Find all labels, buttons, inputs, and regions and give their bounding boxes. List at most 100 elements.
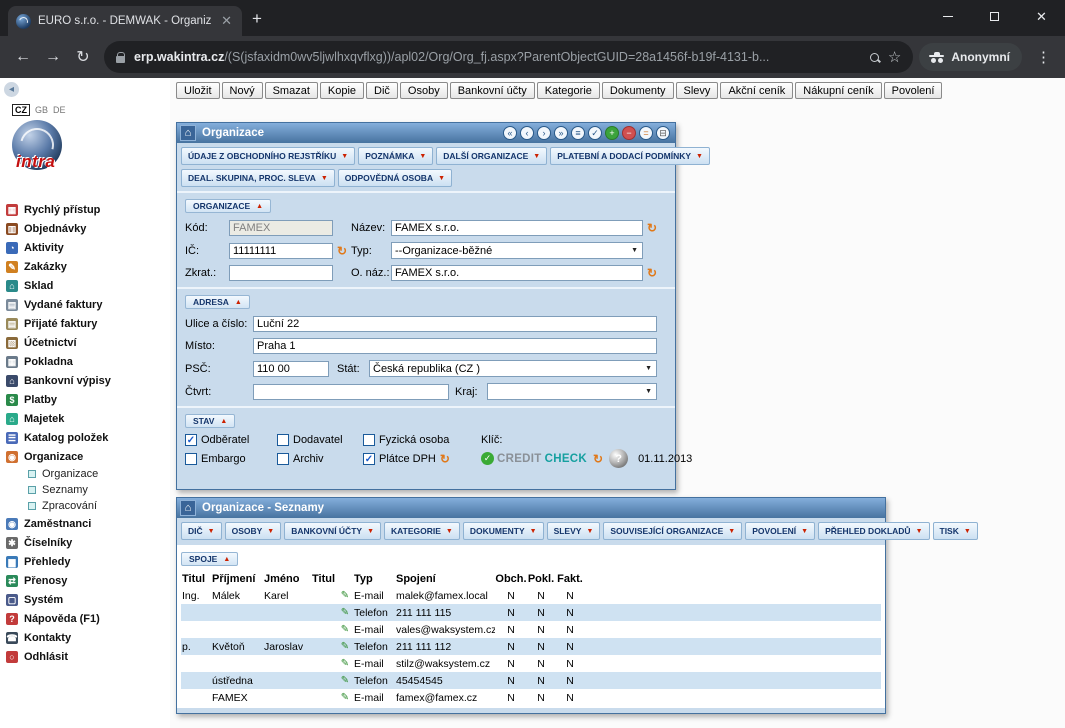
app-logo[interactable]: intra — [12, 120, 76, 182]
onaz-refresh-icon[interactable]: ↻ — [647, 266, 657, 280]
sidebar-item-zakazky[interactable]: ✎Zakázky — [4, 257, 170, 276]
toolbar-button-kopie[interactable]: Kopie — [320, 82, 364, 99]
window-maximize-button[interactable] — [971, 0, 1018, 33]
sidebar-item-prehledy[interactable]: ▆Přehledy — [4, 552, 170, 571]
sidebar-item-napoveda[interactable]: ?Nápověda (F1) — [4, 609, 170, 628]
checkbox-box[interactable] — [185, 453, 197, 465]
confirm-button[interactable]: ✓ — [588, 126, 602, 140]
onaz-input[interactable] — [391, 265, 643, 281]
collapse-sidebar-button[interactable]: ◂ — [4, 82, 19, 97]
section-organizace-bar[interactable]: ORGANIZACE ▲ — [185, 199, 271, 213]
tab-close-icon[interactable]: ✕ — [219, 13, 234, 29]
section-adresa-bar[interactable]: ADRESA ▲ — [185, 295, 250, 309]
table-row[interactable]: FAMEX✎E-mailfamex@famex.czNNN — [181, 689, 881, 706]
dph-refresh-icon[interactable]: ↻ — [440, 452, 450, 466]
creditcheck-refresh-icon[interactable]: ↻ — [593, 452, 603, 466]
toolbar-button-osoby[interactable]: Osoby — [400, 82, 448, 99]
toolbar-button-kategorie[interactable]: Kategorie — [537, 82, 600, 99]
home-icon[interactable]: ⌂ — [180, 125, 196, 141]
sez-menu-kategorie[interactable]: KATEGORIE▼ — [384, 522, 460, 540]
sidebar-item-katalog-polozek[interactable]: ☰Katalog položek — [4, 428, 170, 447]
org-menu-pozn-mka[interactable]: POZNÁMKA▼ — [358, 147, 433, 165]
table-row[interactable]: ✎E-mailvales@waksystem.czNNN — [181, 621, 881, 638]
toolbar-button-smazat[interactable]: Smazat — [265, 82, 318, 99]
last-record-button[interactable]: » — [554, 126, 568, 140]
nazev-input[interactable] — [391, 220, 643, 236]
edit-link-icon[interactable]: ✎ — [337, 692, 353, 703]
edit-link-icon[interactable]: ✎ — [337, 675, 353, 686]
org-menu-odpov-dn-osoba[interactable]: ODPOVĚDNÁ OSOBA▼ — [338, 169, 452, 187]
prev-record-button[interactable]: ‹ — [520, 126, 534, 140]
edit-link-icon[interactable]: ✎ — [337, 641, 353, 652]
sidebar-item-platby[interactable]: $Platby — [4, 390, 170, 409]
table-row[interactable]: ✎E-mailstilz@waksystem.czNNN — [181, 655, 881, 672]
table-row[interactable]: ústředna✎Telefon45454545NNN — [181, 672, 881, 689]
browser-menu-icon[interactable]: ⋮ — [1030, 48, 1057, 66]
sidebar-item-zamestnanci[interactable]: ◉Zaměstnanci — [4, 514, 170, 533]
sez-menu-souvisej-c-organizace[interactable]: SOUVISEJÍCÍ ORGANIZACE▼ — [603, 522, 742, 540]
sidebar-item-sklad[interactable]: ⌂Sklad — [4, 276, 170, 295]
zoom-icon[interactable] — [870, 53, 879, 62]
sidebar-item-prenosy[interactable]: ⇄Přenosy — [4, 571, 170, 590]
ulice-input[interactable] — [253, 316, 657, 332]
sidebar-item-aktivity[interactable]: ◔Aktivity — [4, 238, 170, 257]
help-sphere-icon[interactable]: ? — [609, 449, 628, 468]
print-button[interactable]: ⊟ — [656, 126, 670, 140]
psc-input[interactable] — [253, 361, 329, 377]
reload-button[interactable]: ↻ — [68, 42, 98, 72]
back-button[interactable]: ← — [8, 42, 38, 72]
checkbox-dodavatel[interactable]: Dodavatel — [277, 434, 357, 446]
toolbar-button-ulo-it[interactable]: Uložit — [176, 82, 220, 99]
new-tab-button[interactable]: + — [252, 9, 262, 29]
sez-menu-di[interactable]: DIČ▼ — [181, 522, 222, 540]
org-menu-dal-organizace[interactable]: DALŠÍ ORGANIZACE▼ — [436, 147, 547, 165]
checkbox-odb-ratel[interactable]: ✓Odběratel — [185, 434, 271, 446]
kraj-select[interactable]: ▼ — [487, 383, 657, 400]
ic-input[interactable] — [229, 243, 333, 259]
sidebar-item-majetek[interactable]: ⌂Majetek — [4, 409, 170, 428]
toolbar-button-povolen[interactable]: Povolení — [884, 82, 943, 99]
table-row[interactable]: Ing.MálekKarel✎E-mailmalek@famex.localNN… — [181, 587, 881, 604]
toolbar-button-bankovn-ty[interactable]: Bankovní účty — [450, 82, 535, 99]
sez-menu-povolen[interactable]: POVOLENÍ▼ — [745, 522, 815, 540]
toolbar-button-slevy[interactable]: Slevy — [676, 82, 719, 99]
sidebar-subitem-zpracovani[interactable]: Zpracování — [4, 498, 170, 514]
sez-menu-tisk[interactable]: TISK▼ — [933, 522, 978, 540]
sidebar-item-odhlasit[interactable]: ○Odhlásit — [4, 647, 170, 666]
ic-refresh-icon[interactable]: ↻ — [337, 244, 347, 258]
sidebar-item-pokladna[interactable]: ▦Pokladna — [4, 352, 170, 371]
table-row[interactable]: p.KvětoňJaroslav✎Telefon211 111 112NNN — [181, 638, 881, 655]
sidebar-subitem-seznamy[interactable]: Seznamy — [4, 482, 170, 498]
address-bar[interactable]: erp.wakintra.cz/(S(jsfaxidm0wv5ljwlhxqvf… — [104, 41, 913, 73]
org-menu-deal-skupina-proc-sleva[interactable]: DEAL. SKUPINA, PROC. SLEVA▼ — [181, 169, 335, 187]
sidebar-subitem-organizace[interactable]: Organizace — [4, 466, 170, 482]
language-de[interactable]: DE — [53, 105, 66, 115]
sidebar-item-vydane-faktury[interactable]: ▤Vydané faktury — [4, 295, 170, 314]
sidebar-item-objednavky[interactable]: ▥Objednávky — [4, 219, 170, 238]
sez-menu-bankovn-ty[interactable]: BANKOVNÍ ÚČTY▼ — [284, 522, 381, 540]
org-menu-platebn-a-dodac-podm-nky[interactable]: PLATEBNÍ A DODACÍ PODMÍNKY▼ — [550, 147, 710, 165]
forward-button[interactable]: → — [38, 42, 68, 72]
language-gb[interactable]: GB — [35, 105, 48, 115]
sez-menu-p-ehled-doklad[interactable]: PŘEHLED DOKLADŮ▼ — [818, 522, 929, 540]
sez-menu-dokumenty[interactable]: DOKUMENTY▼ — [463, 522, 544, 540]
checkbox-box[interactable] — [277, 453, 289, 465]
sidebar-item-organizace[interactable]: ◉Organizace — [4, 447, 170, 466]
checkbox-pl-tce-dph[interactable]: ✓Plátce DPH↻ — [363, 452, 475, 466]
toolbar-button-ak-n-cen-k[interactable]: Akční ceník — [720, 82, 793, 99]
window-minimize-button[interactable] — [924, 0, 971, 33]
zkrat-input[interactable] — [229, 265, 333, 281]
remove-button[interactable]: − — [622, 126, 636, 140]
equals-button[interactable]: = — [639, 126, 653, 140]
sez-menu-slevy[interactable]: SLEVY▼ — [547, 522, 601, 540]
sidebar-item-bankovni-vypisy[interactable]: ⌂Bankovní výpisy — [4, 371, 170, 390]
sidebar-item-ciselniky[interactable]: ✱Číselníky — [4, 533, 170, 552]
bookmark-star-icon[interactable]: ☆ — [888, 48, 901, 66]
secure-lock-icon[interactable] — [116, 56, 125, 63]
misto-input[interactable] — [253, 338, 657, 354]
kod-input[interactable] — [229, 220, 333, 236]
stat-select[interactable]: Česká republika (CZ ) ▼ — [369, 360, 657, 377]
browser-tab[interactable]: EURO s.r.o. - DEMWAK - Organiz... ✕ — [8, 6, 242, 36]
checkbox-box[interactable]: ✓ — [185, 434, 197, 446]
org-menu-daje-z-obchodn-ho-rejst-ku[interactable]: ÚDAJE Z OBCHODNÍHO REJSTŘÍKU▼ — [181, 147, 355, 165]
